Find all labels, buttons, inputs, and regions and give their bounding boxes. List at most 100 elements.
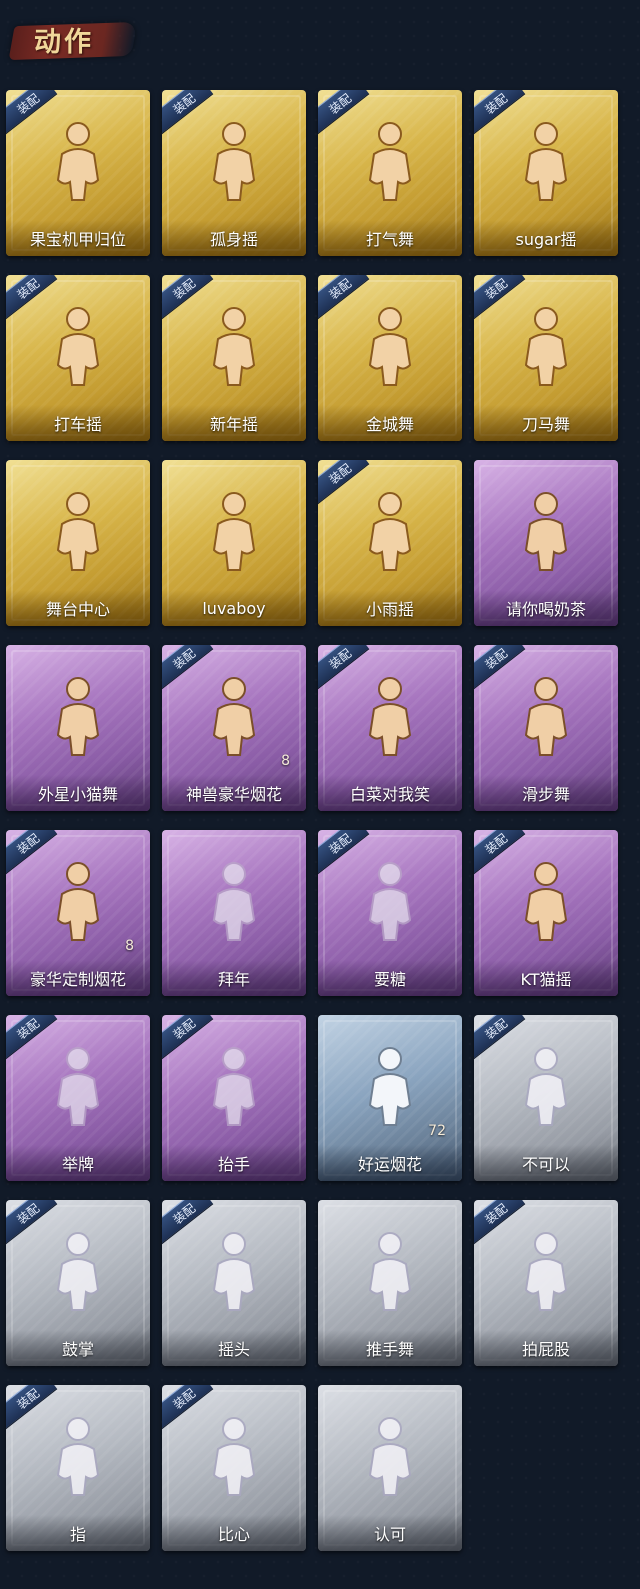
emote-card[interactable]: luvaboy xyxy=(162,460,306,626)
emote-figure-icon xyxy=(204,120,264,202)
emote-card[interactable]: 拍屁股 装配 xyxy=(474,1200,618,1366)
emote-card[interactable]: 舞台中心 xyxy=(6,460,150,626)
emote-name: 舞台中心 xyxy=(45,600,110,619)
emote-name: 金城舞 xyxy=(365,415,414,434)
emote-name: 认可 xyxy=(373,1525,406,1544)
emote-figure-icon xyxy=(360,490,420,572)
card-label-bar: 拜年 xyxy=(162,960,306,996)
emote-card[interactable]: 摇头 装配 xyxy=(162,1200,306,1366)
card-label-bar: 小雨摇 xyxy=(318,590,462,626)
emote-name: 新年摇 xyxy=(209,415,258,434)
card-label-bar: sugar摇 xyxy=(474,220,618,256)
emote-card[interactable]: 新年摇 装配 xyxy=(162,275,306,441)
section-title: 动作 xyxy=(34,27,94,58)
emote-figure-icon xyxy=(360,860,420,942)
emote-card[interactable]: 果宝机甲归位 装配 xyxy=(6,90,150,256)
emote-card[interactable]: 推手舞 xyxy=(318,1200,462,1366)
emote-card[interactable]: sugar摇 装配 xyxy=(474,90,618,256)
emote-card[interactable]: 鼓掌 装配 xyxy=(6,1200,150,1366)
section-header: 动作 xyxy=(8,16,138,66)
emote-card[interactable]: 打车摇 装配 xyxy=(6,275,150,441)
emote-figure-icon xyxy=(516,1230,576,1312)
card-label-bar: 摇头 xyxy=(162,1330,306,1366)
emote-card[interactable]: 不可以 装配 xyxy=(474,1015,618,1181)
card-label-bar: 好运烟花 xyxy=(318,1145,462,1181)
card-label-bar: 外星小猫舞 xyxy=(6,775,150,811)
card-label-bar: 打车摇 xyxy=(6,405,150,441)
emote-figure-icon xyxy=(204,305,264,387)
emote-name: 孤身摇 xyxy=(209,230,258,249)
emote-card[interactable]: 拜年 xyxy=(162,830,306,996)
emote-card[interactable]: 请你喝奶茶 xyxy=(474,460,618,626)
card-label-bar: luvaboy xyxy=(162,590,306,626)
emote-figure-icon xyxy=(48,120,108,202)
emote-name: 指 xyxy=(69,1525,86,1544)
emote-card[interactable]: 指装配 xyxy=(6,1385,150,1551)
card-label-bar: 果宝机甲归位 xyxy=(6,220,150,256)
item-count: 72 xyxy=(428,1123,446,1139)
emote-name: luvaboy xyxy=(202,598,266,618)
emote-name: 果宝机甲归位 xyxy=(29,230,126,249)
emote-figure-icon xyxy=(360,120,420,202)
emote-card[interactable]: 抬手 装配 xyxy=(162,1015,306,1181)
emote-name: 打车摇 xyxy=(53,415,102,434)
emote-card[interactable]: 豪华定制烟花 8 装配 xyxy=(6,830,150,996)
emote-card[interactable]: 比心 装配 xyxy=(162,1385,306,1551)
emote-figure-icon xyxy=(48,305,108,387)
card-label-bar: 推手舞 xyxy=(318,1330,462,1366)
emote-card[interactable]: 外星小猫舞 xyxy=(6,645,150,811)
card-label-bar: 请你喝奶茶 xyxy=(474,590,618,626)
emote-card[interactable]: 孤身摇 装配 xyxy=(162,90,306,256)
emote-name: 拍屁股 xyxy=(521,1340,570,1359)
item-count: 8 xyxy=(125,938,134,954)
card-label-bar: 打气舞 xyxy=(318,220,462,256)
emote-figure-icon xyxy=(516,490,576,572)
emote-name: 白菜对我笑 xyxy=(349,785,430,804)
emote-card[interactable]: 要糖 装配 xyxy=(318,830,462,996)
card-label-bar: 抬手 xyxy=(162,1145,306,1181)
card-label-bar: 舞台中心 xyxy=(6,590,150,626)
card-label-bar: 鼓掌 xyxy=(6,1330,150,1366)
emote-figure-icon xyxy=(48,1045,108,1127)
card-label-bar: 神兽豪华烟花 xyxy=(162,775,306,811)
emote-card[interactable]: 金城舞 装配 xyxy=(318,275,462,441)
card-label-bar: KT猫摇 xyxy=(474,960,618,996)
emote-figure-icon xyxy=(516,675,576,757)
emote-name: KT猫摇 xyxy=(520,970,572,989)
emote-name: 拜年 xyxy=(217,970,250,989)
emote-figure-icon xyxy=(204,1045,264,1127)
card-label-bar: 白菜对我笑 xyxy=(318,775,462,811)
card-label-bar: 新年摇 xyxy=(162,405,306,441)
emote-card[interactable]: 刀马舞 装配 xyxy=(474,275,618,441)
card-label-bar: 认可 xyxy=(318,1515,462,1551)
emote-card[interactable]: 举牌 装配 xyxy=(6,1015,150,1181)
emote-card[interactable]: 神兽豪华烟花 8 装配 xyxy=(162,645,306,811)
emote-name: 不可以 xyxy=(521,1155,570,1174)
emote-card[interactable]: 小雨摇 装配 xyxy=(318,460,462,626)
emote-name: 要糖 xyxy=(373,970,406,989)
emote-card[interactable]: 白菜对我笑 装配 xyxy=(318,645,462,811)
card-label-bar: 要糖 xyxy=(318,960,462,996)
card-label-bar: 豪华定制烟花 xyxy=(6,960,150,996)
emote-name: 举牌 xyxy=(61,1155,94,1174)
emote-card[interactable]: 打气舞 装配 xyxy=(318,90,462,256)
emote-name: 外星小猫舞 xyxy=(37,785,118,804)
emote-figure-icon xyxy=(360,305,420,387)
emote-figure-icon xyxy=(204,490,264,572)
emote-card[interactable]: 认可 xyxy=(318,1385,462,1551)
emote-name: 比心 xyxy=(217,1525,250,1544)
card-label-bar: 滑步舞 xyxy=(474,775,618,811)
emote-card[interactable]: 滑步舞 装配 xyxy=(474,645,618,811)
emote-figure-icon xyxy=(360,1230,420,1312)
emote-card[interactable]: 好运烟花 72 xyxy=(318,1015,462,1181)
emote-name: sugar摇 xyxy=(515,230,577,249)
emote-figure-icon xyxy=(48,675,108,757)
emote-figure-icon xyxy=(360,1415,420,1497)
card-label-bar: 比心 xyxy=(162,1515,306,1551)
item-count: 8 xyxy=(281,753,290,769)
emote-name: 鼓掌 xyxy=(61,1340,94,1359)
card-label-bar: 金城舞 xyxy=(318,405,462,441)
emote-card[interactable]: KT猫摇 装配 xyxy=(474,830,618,996)
card-label-bar: 孤身摇 xyxy=(162,220,306,256)
emote-figure-icon xyxy=(48,860,108,942)
